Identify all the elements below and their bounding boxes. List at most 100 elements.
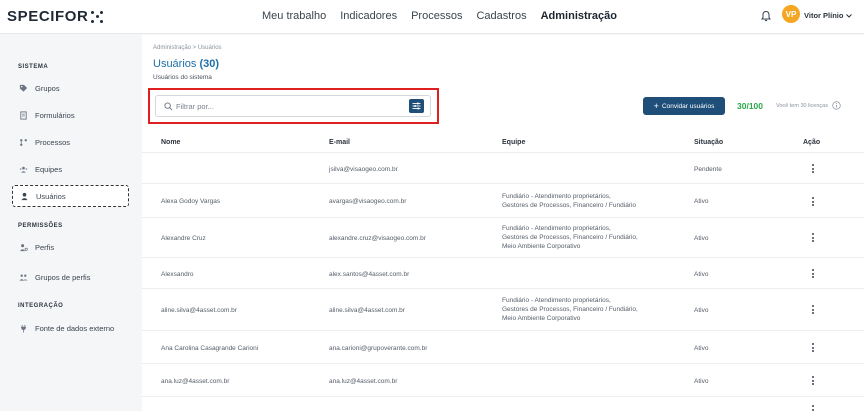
bell-icon[interactable] (760, 10, 772, 22)
more-options-icon[interactable] (812, 305, 816, 316)
sidebar-section-sistema: SISTEMA (18, 64, 49, 70)
sidebar-item-grupos[interactable]: Grupos (12, 77, 129, 99)
sidebar-item-processos[interactable]: Processos (12, 131, 129, 153)
cell-nome: Ana Carolina Casagrande Carioni (161, 345, 259, 352)
cell-situacao: Ativo (694, 378, 709, 385)
equipe-line: Meio Ambiente Corporativo (502, 315, 581, 322)
filter-button[interactable] (409, 99, 424, 113)
menu-item-meu-trabalho[interactable]: Meu trabalho (262, 10, 326, 22)
cell-email: alexandre.cruz@visaogeo.com.br (329, 235, 426, 242)
cell-nome: Alexandre Cruz (161, 235, 206, 242)
sidebar-item-label: Fonte de dados externo (35, 323, 115, 333)
sidebar-item-grupos-de-perfis[interactable]: Grupos de perfis (12, 266, 129, 288)
cell-email: aline.silva@4asset.com.br (329, 307, 405, 314)
sidebar-item-perfis[interactable]: Perfis (12, 236, 129, 258)
sidebar-item-fonte-de-dados-externo[interactable]: Fonte de dados externo (12, 317, 129, 339)
plus-icon: + (653, 100, 659, 111)
equipe-line: Gestores de Processos, Financeiro / Fund… (502, 234, 638, 241)
page-title-count: (30) (199, 58, 220, 70)
search-input[interactable] (176, 98, 396, 115)
top-navbar: SPECIFOR Meu trabalho Indicadores Proces… (0, 0, 864, 34)
sliders-icon (412, 102, 421, 110)
sidebar-section-integracao: INTEGRAÇÃO (18, 303, 64, 309)
breadcrumb: Administração > Usuários (153, 45, 222, 51)
cell-equipe: Fundiário - Atendimento proprietários, G… (502, 192, 636, 210)
more-options-icon[interactable] (812, 269, 816, 280)
menu-item-processos[interactable]: Processos (411, 10, 462, 22)
invite-users-button[interactable]: + Convidar usuários (643, 97, 725, 115)
equipe-line: Gestores de Processos, Financeiro / Fund… (502, 306, 638, 313)
more-options-icon[interactable] (812, 164, 816, 175)
sidebar-item-usuarios[interactable]: Usuários (12, 185, 129, 207)
cell-situacao: Ativo (694, 307, 709, 314)
cell-email: ana.carioni@grupoverante.com.br (329, 345, 428, 352)
process-icon (20, 138, 27, 146)
tag-icon (19, 84, 28, 92)
document-icon (20, 110, 27, 120)
menu-item-administracao[interactable]: Administração (541, 10, 617, 22)
cell-situacao: Ativo (694, 235, 709, 242)
cell-email: jsilva@visaogeo.com.br (329, 166, 398, 173)
more-options-icon[interactable] (812, 405, 816, 411)
equipe-line: Meio Ambiente Corporativo (502, 243, 581, 250)
table-row[interactable]: Alexa Godoy Vargas avargas@visaogeo.com.… (142, 185, 864, 218)
main-content: Administração > Usuários Usuários (30) U… (142, 35, 864, 411)
info-icon[interactable] (832, 101, 841, 110)
more-options-icon[interactable] (812, 376, 816, 387)
license-quota-note: Você tem 30 licenças (776, 103, 828, 109)
cell-nome: ana.luz@4asset.com.br (161, 378, 230, 385)
logo-text: SPECIFOR (7, 8, 89, 25)
cell-situacao: Ativo (694, 345, 709, 352)
more-options-icon[interactable] (812, 233, 816, 244)
table-row[interactable]: Alexandre Cruz alexandre.cruz@visaogeo.c… (142, 219, 864, 258)
equipe-line: Fundiário - Atendimento proprietários, (502, 193, 611, 200)
menu-item-indicadores[interactable]: Indicadores (340, 10, 397, 22)
plug-icon (20, 324, 27, 333)
profile-icon (19, 243, 28, 251)
menu-item-cadastros[interactable]: Cadastros (476, 10, 526, 22)
more-options-icon[interactable] (812, 197, 816, 208)
app-logo[interactable]: SPECIFOR (7, 8, 104, 25)
cell-email: alex.santos@4asset.com.br (329, 271, 410, 278)
column-header-equipe[interactable]: Equipe (502, 139, 525, 146)
search-box[interactable] (155, 95, 431, 117)
cell-email: avargas@visaogeo.com.br (329, 198, 407, 205)
sidebar-item-label: Processos (35, 137, 71, 147)
cell-nome: Alexa Godoy Vargas (161, 198, 221, 205)
cell-situacao: Ativo (694, 271, 709, 278)
table-row[interactable]: aline.silva@4asset.com.br aline.silva@4a… (142, 290, 864, 331)
license-quota: 30/100 (737, 101, 763, 111)
sidebar-item-formularios[interactable]: Formulários (12, 104, 129, 126)
page-subtitle: Usuários do sistema (153, 74, 212, 81)
sidebar-item-label: Grupos de perfis (35, 272, 91, 282)
team-icon (19, 166, 28, 173)
table-row[interactable]: ana.luz@4asset.com.br ana.luz@4asset.com… (142, 365, 864, 397)
column-header-email[interactable]: E-mail (329, 139, 350, 146)
sidebar-item-equipes[interactable]: Equipes (12, 158, 129, 180)
column-header-situacao[interactable]: Situação (694, 139, 723, 146)
cell-situacao: Ativo (694, 198, 709, 205)
equipe-line: Gestores de Processos, Financeiro / Fund… (502, 202, 637, 209)
table-header: Nome E-mail Equipe Situação Ação (142, 133, 864, 153)
table-row[interactable]: Ana Carolina Casagrande Carioni ana.cari… (142, 332, 864, 364)
avatar[interactable]: VP (782, 5, 800, 23)
page-title: Usuários (30) (153, 58, 219, 70)
table-row[interactable]: Alexsandro alex.santos@4asset.com.br Ati… (142, 259, 864, 289)
column-header-nome[interactable]: Nome (161, 139, 180, 146)
invite-users-label: Convidar usuários (661, 102, 715, 110)
user-icon (21, 192, 28, 200)
table-row[interactable]: jsilva@visaogeo.com.br Pendente (142, 154, 864, 184)
user-menu[interactable]: Vitor Plínio (804, 11, 853, 20)
cell-situacao: Pendente (694, 166, 722, 173)
main-menu: Meu trabalho Indicadores Processos Cadas… (262, 10, 617, 22)
search-icon (164, 102, 173, 111)
sidebar-item-label: Grupos (35, 83, 60, 93)
sidebar-section-permissoes: PERMISSÕES (18, 223, 63, 229)
cell-equipe: Fundiário - Atendimento proprietários, G… (502, 296, 638, 323)
column-header-acao: Ação (803, 139, 821, 146)
more-options-icon[interactable] (812, 343, 816, 354)
cell-equipe: Fundiário - Atendimento proprietários, G… (502, 224, 638, 251)
equipe-line: Fundiário - Atendimento proprietários, (502, 297, 611, 304)
profile-group-icon (19, 274, 28, 281)
sidebar-item-label: Equipes (35, 164, 63, 174)
